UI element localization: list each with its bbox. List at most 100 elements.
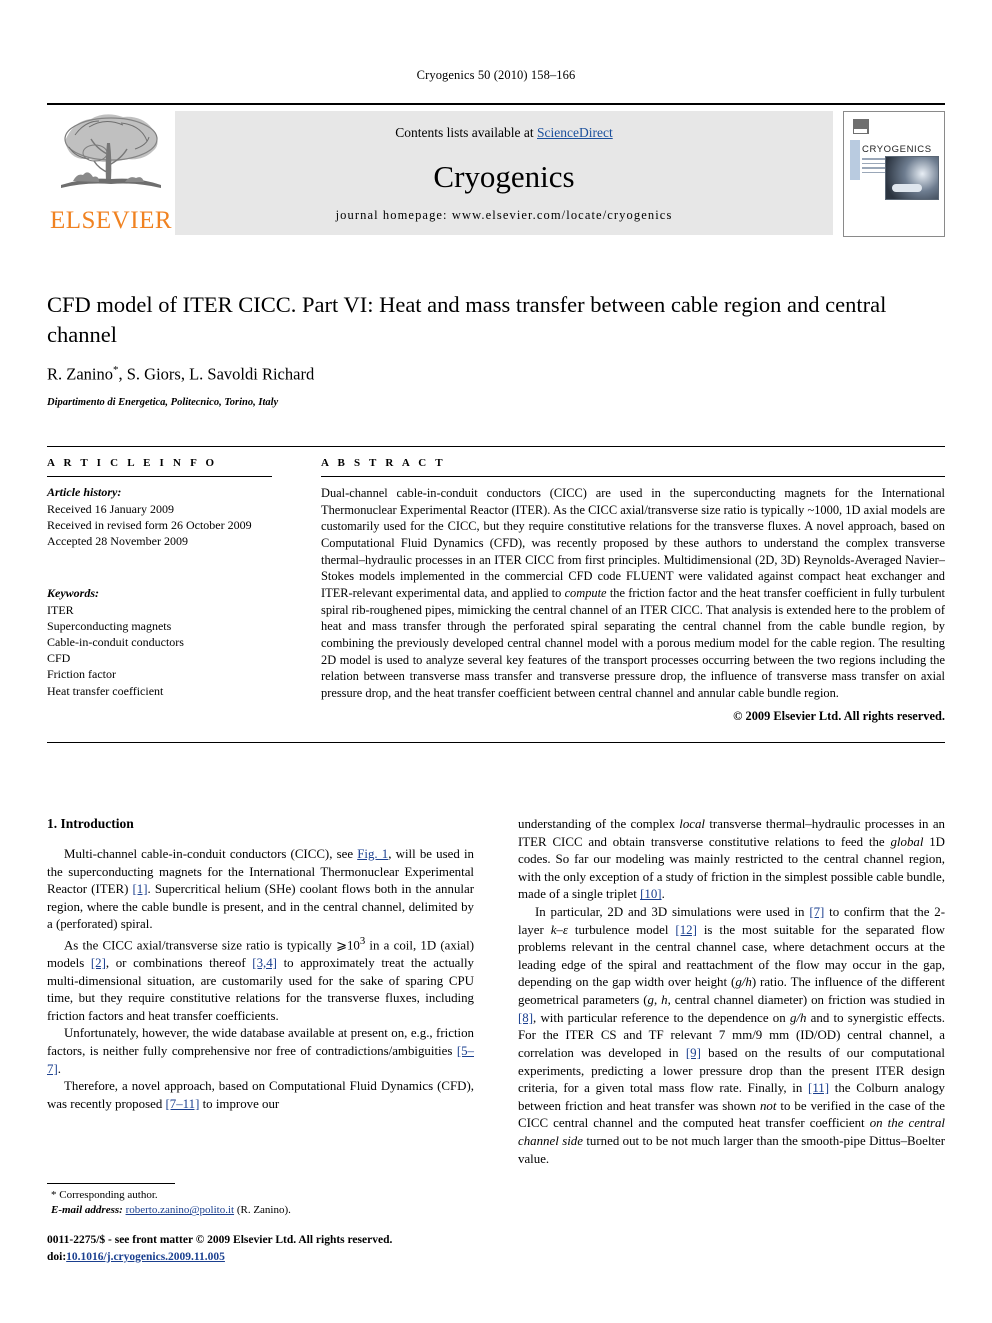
text-run: , central channel diameter) on friction … [667,993,945,1008]
italic-text: not [759,1098,777,1113]
cover-photo [885,156,939,200]
section-heading-introduction: 1. Introduction [47,816,134,831]
text-run: . [661,887,665,902]
copyright-line: © 2009 Elsevier Ltd. All rights reserved… [733,708,945,723]
abstract-italic-compute: compute [564,586,607,601]
email-label: E-mail address: [51,1204,123,1217]
text-run: , with particular reference to the depen… [533,1010,790,1025]
page-title: CFD model of ITER CICC. Part VI: Heat an… [47,292,887,348]
doi-link[interactable]: 10.1016/j.cryogenics.2009.11.005 [66,1251,225,1263]
text-run: understanding of the complex [518,817,680,831]
elsevier-wordmark: ELSEVIER [49,207,173,234]
email-owner: (R. Zanino). [234,1204,291,1217]
left-column: 1. Introduction Multi-channel cable-in-c… [47,816,474,1168]
elsevier-tree-icon [55,113,167,205]
article-info-label: A R T I C L E I N F O [47,457,218,469]
contents-available-line: Contents lists available at ScienceDirec… [175,125,833,141]
article-history-item: Accepted 28 November 2009 [47,534,188,549]
reference-link[interactable]: [8] [518,1011,533,1025]
body-paragraph: Unfortunately, however, the wide databas… [47,1025,474,1078]
keyword-item: ITER [47,602,74,617]
reference-link[interactable]: [2] [91,956,106,970]
article-info-column: A R T I C L E I N F O Article history: R… [47,447,285,742]
journal-banner: ELSEVIER Contents lists available at Sci… [47,103,945,237]
body-paragraph: Multi-channel cable-in-conduit conductor… [47,846,474,934]
email-link[interactable]: roberto.zanino@polito.it [126,1204,235,1216]
reference-link[interactable]: [10] [640,887,661,901]
cover-publisher-icon [853,119,869,134]
journal-cover-thumbnail[interactable]: CRYOGENICS [843,111,945,237]
footer-block: 0011-2275/$ - see front matter © 2009 El… [47,1232,607,1265]
cover-title-text: CRYOGENICS [862,144,932,155]
text-run: turbulence model [567,922,676,937]
banner-center: Contents lists available at ScienceDirec… [175,111,833,235]
body-paragraph: understanding of the complex local trans… [518,816,945,904]
doi-line: doi:10.1016/j.cryogenics.2009.11.005 [47,1249,607,1266]
footnote-rule [47,1183,175,1184]
right-column: understanding of the complex local trans… [518,816,945,1168]
article-history-item: Received in revised form 26 October 2009 [47,518,252,533]
abstract-part-2: the friction factor and the heat transfe… [321,586,945,701]
paper-page: Cryogenics 50 (2010) 158–166 ELSEVIER Co… [0,0,992,1323]
italic-text: local [679,817,706,831]
reference-link[interactable]: [12] [675,923,696,937]
reference-link[interactable]: [7] [809,905,824,919]
keywords-block: Keywords: ITER Superconducting magnets C… [47,586,269,699]
body-columns: 1. Introduction Multi-channel cable-in-c… [47,816,945,1168]
reference-link[interactable]: [11] [808,1081,829,1095]
keyword-item: CFD [47,651,71,666]
corresponding-author-note: * Corresponding author. [51,1189,158,1201]
running-head: Cryogenics 50 (2010) 158–166 [416,68,576,82]
elsevier-logo: ELSEVIER [47,111,175,235]
info-abstract-block: A R T I C L E I N F O Article history: R… [47,446,945,743]
doi-label: doi: [47,1250,67,1263]
italic-text: global [890,834,924,849]
italic-text: g/h [735,975,752,990]
right-paragraph-stack: understanding of the complex local trans… [518,816,945,1168]
text-run: . [57,1061,61,1076]
text-run: to improve our [199,1096,280,1111]
reference-link[interactable]: [3,4] [252,956,277,970]
cover-accent-bar [850,140,860,180]
left-paragraph-stack: Multi-channel cable-in-conduit conductor… [47,846,474,1113]
reference-link[interactable]: Fig. 1 [357,847,388,861]
italic-text: g/h [789,1010,807,1025]
email-note: E-mail address: roberto.zanino@polito.it… [47,1203,474,1218]
reference-link[interactable]: [7–11] [165,1097,199,1111]
contents-prefix: Contents lists available at [395,125,537,140]
sciencedirect-link[interactable]: ScienceDirect [537,125,613,140]
body-paragraph: Therefore, a novel approach, based on Co… [47,1078,474,1113]
text-run: Unfortunately, however, the wide databas… [47,1026,474,1058]
article-history-heading: Article history: [47,485,122,499]
abstract-rule [321,476,945,477]
text-run: turned out to be not much larger than th… [518,1133,946,1166]
keyword-item: Superconducting magnets [47,618,172,633]
body-paragraph: In particular, 2D and 3D simulations wer… [518,904,945,1168]
journal-homepage[interactable]: journal homepage: www.elsevier.com/locat… [175,208,833,223]
text-run: As the CICC axial/transverse size ratio … [64,938,360,953]
abstract-column: A B S T R A C T Dual-channel cable-in-co… [285,447,945,742]
title-block: CFD model of ITER CICC. Part VI: Heat an… [47,290,945,408]
keyword-item: Cable-in-conduit conductors [47,634,184,649]
italic-text: k–ε [550,922,568,937]
keywords-heading: Keywords: [47,585,99,600]
body-paragraph: As the CICC axial/transverse size ratio … [47,934,474,1025]
abstract-part-1: Dual-channel cable-in-conduit conductors… [321,486,945,601]
keyword-item: Heat transfer coefficient [47,683,164,698]
abstract-text: Dual-channel cable-in-conduit conductors… [321,485,945,702]
footnote-block: * Corresponding author. E-mail address: … [47,1183,474,1219]
article-history-item: Received 16 January 2009 [47,502,174,516]
keyword-item: Friction factor [47,667,116,682]
author-others: , S. Giors, L. Savoldi Richard [118,364,315,384]
author-list: R. Zanino*, S. Giors, L. Savoldi Richard [47,364,945,385]
abstract-label: A B S T R A C T [321,457,446,469]
journal-title: Cryogenics [433,159,575,194]
reference-link[interactable]: [9] [686,1046,701,1060]
text-run: , or combinations thereof [105,955,253,970]
article-info-rule [47,476,272,477]
affiliation: Dipartimento di Energetica, Politecnico,… [47,396,279,408]
author-corresponding: R. Zanino [47,364,113,384]
reference-link[interactable]: [1] [133,882,148,896]
text-run: Multi-channel cable-in-conduit conductor… [64,847,358,861]
issn-line: 0011-2275/$ - see front matter © 2009 El… [47,1234,393,1246]
